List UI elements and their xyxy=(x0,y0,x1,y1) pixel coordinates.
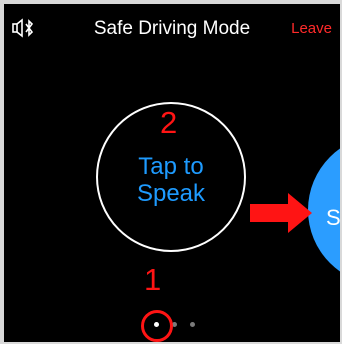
app-screen: Safe Driving Mode Leave Tap to Speak 2 S… xyxy=(4,4,340,342)
page-title: Safe Driving Mode xyxy=(93,18,251,39)
annotation-highlight-circle xyxy=(141,310,173,342)
annotation-step-1: 1 xyxy=(144,262,162,297)
leave-button[interactable]: Leave xyxy=(291,20,332,37)
annotation-arrow-icon xyxy=(250,193,312,233)
header-bar: Safe Driving Mode Leave xyxy=(4,4,340,52)
page-dot-3[interactable] xyxy=(190,322,195,327)
next-page-circle-label: S xyxy=(326,205,340,230)
annotation-step-2: 2 xyxy=(160,105,178,140)
tap-to-speak-label: Tap to Speak xyxy=(136,153,206,207)
